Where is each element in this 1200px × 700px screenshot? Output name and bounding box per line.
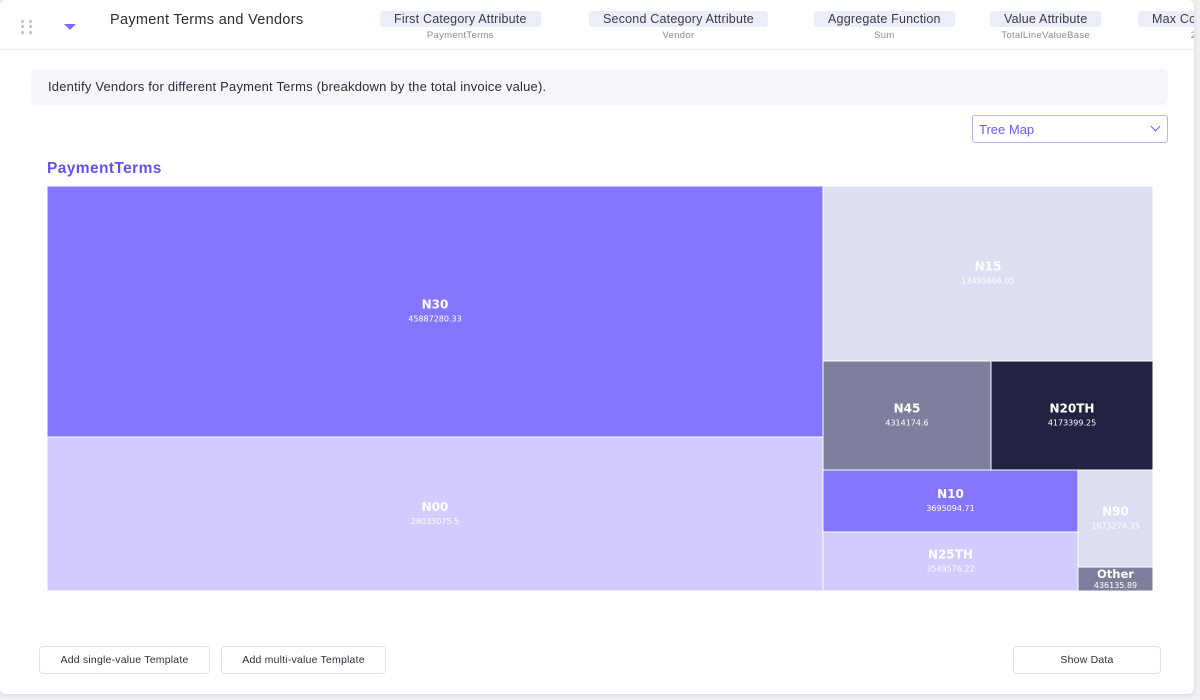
treemap-rect-n00[interactable] bbox=[46, 436, 824, 592]
treemap-rect-n10[interactable] bbox=[822, 469, 1079, 533]
treemap-rect-n30[interactable] bbox=[46, 185, 824, 438]
treemap-tile-other[interactable]: Other436135.89 bbox=[1077, 566, 1154, 592]
treemap-label-n20th: N20TH bbox=[1050, 402, 1095, 416]
treemap-tile-n25th[interactable]: N25TH 3549576.22 bbox=[822, 531, 1079, 592]
treemap-rect-n15[interactable] bbox=[822, 185, 1154, 362]
treemap-value-n20th: 4173399.25 bbox=[1048, 419, 1096, 428]
treemap-label-other: Other bbox=[1097, 567, 1134, 581]
treemap-rect-n25th[interactable] bbox=[822, 531, 1079, 592]
treemap-value-other: 436135.89 bbox=[1094, 581, 1137, 590]
treemap-label-n90: N90 bbox=[1102, 505, 1129, 519]
treemap-label-n10: N10 bbox=[937, 487, 964, 501]
treemap-value-n45: 4314174.6 bbox=[885, 419, 928, 428]
treemap-rect-n90[interactable] bbox=[1077, 469, 1154, 568]
treemap-chart: N30 45887280.33 N00 28033075.5 N15 13495666.0… bbox=[46, 185, 1154, 592]
treemap-value-n25th: 3549576.22 bbox=[926, 565, 974, 574]
treemap-value-n30: 45887280.33 bbox=[408, 315, 461, 324]
add-single-value-template-button[interactable]: Add single-value Template bbox=[39, 646, 210, 674]
treemap-rect-n20th[interactable] bbox=[990, 360, 1154, 471]
treemap-tile-n45[interactable]: N45 4314174.6 bbox=[822, 360, 992, 471]
treemap-value-n90: 1673274.35 bbox=[1091, 522, 1139, 531]
treemap-tile-n10[interactable]: N10 3695094.71 bbox=[822, 469, 1079, 533]
treemap-label-n00: N00 bbox=[422, 500, 449, 514]
treemap-label-n15: N15 bbox=[975, 260, 1002, 274]
treemap-label-n30: N30 bbox=[422, 298, 449, 312]
treemap-tile-n90[interactable]: N90 1673274.35 bbox=[1077, 469, 1154, 568]
treemap-value-n10: 3695094.71 bbox=[926, 504, 974, 513]
treemap-tile-n20th[interactable]: N20TH 4173399.25 bbox=[990, 360, 1154, 471]
treemap-tile-n30[interactable]: N30 45887280.33 bbox=[46, 185, 824, 438]
treemap-tile-n00[interactable]: N00 28033075.5 bbox=[46, 436, 824, 592]
treemap-label-n25th: N25TH bbox=[928, 548, 973, 562]
treemap-value-n15: 13495666.05 bbox=[961, 277, 1014, 286]
widget-card: Payment Terms and Vendors First Category… bbox=[0, 0, 1194, 694]
treemap-rect-n45[interactable] bbox=[822, 360, 992, 471]
treemap-tile-n15[interactable]: N15 13495666.05 bbox=[822, 185, 1154, 362]
treemap-value-n00: 28033075.5 bbox=[411, 517, 459, 526]
add-multi-value-template-button[interactable]: Add multi-value Template bbox=[221, 646, 386, 674]
treemap-label-n45: N45 bbox=[894, 402, 921, 416]
show-data-button[interactable]: Show Data bbox=[1013, 646, 1161, 674]
